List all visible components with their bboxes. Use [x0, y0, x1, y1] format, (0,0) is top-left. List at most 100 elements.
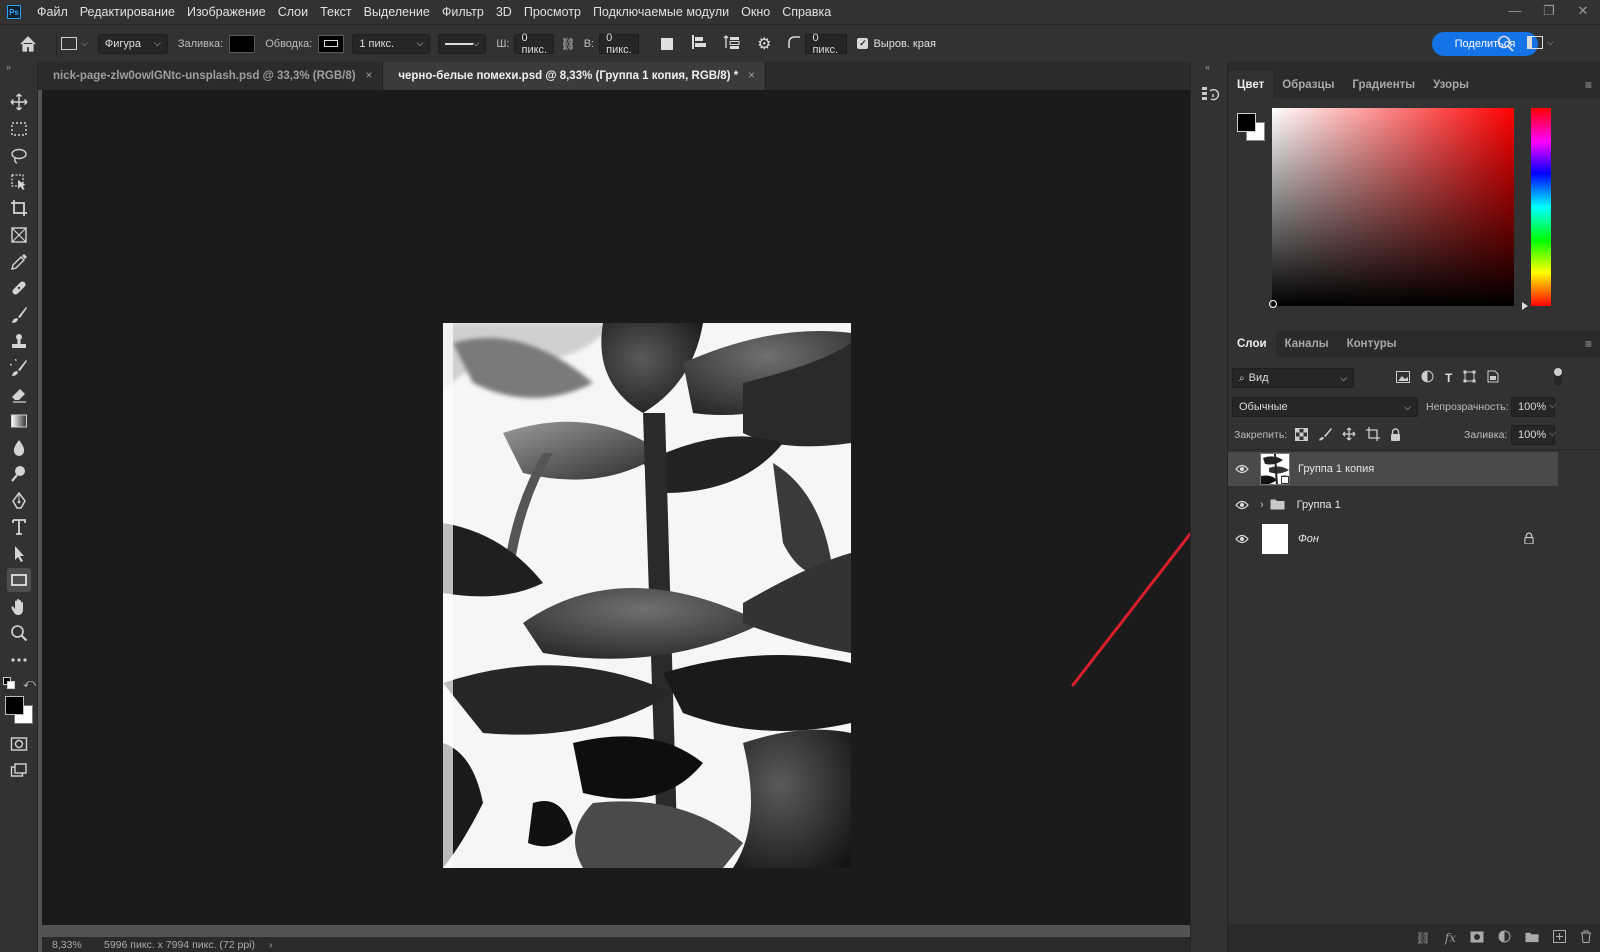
type-tool-icon[interactable]: [7, 515, 31, 539]
canvas-area[interactable]: [42, 90, 1190, 925]
lock-all-icon[interactable]: [1390, 427, 1401, 444]
history-panel-icon[interactable]: [1200, 84, 1220, 107]
saturation-brightness-field[interactable]: [1272, 108, 1514, 306]
pen-tool-icon[interactable]: [7, 489, 31, 513]
menu-image[interactable]: Изображение: [181, 0, 272, 24]
new-group-icon[interactable]: [1525, 931, 1539, 946]
hue-slider-handle-icon[interactable]: [1522, 302, 1528, 310]
menu-layers[interactable]: Слои: [272, 0, 314, 24]
more-tools-icon[interactable]: [7, 648, 31, 672]
object-selection-tool-icon[interactable]: [7, 170, 31, 194]
eraser-tool-icon[interactable]: [7, 382, 31, 406]
visibility-eye-icon[interactable]: [1228, 464, 1256, 474]
screen-mode-icon[interactable]: [7, 759, 31, 783]
link-icon[interactable]: ⛓: [560, 37, 575, 51]
expand-group-chevron-icon[interactable]: ›: [1260, 499, 1264, 511]
filter-toggle[interactable]: [1554, 368, 1562, 386]
move-tool-icon[interactable]: [7, 90, 31, 114]
tab-gradients[interactable]: Градиенты: [1343, 71, 1424, 99]
menu-edit[interactable]: Редактирование: [74, 0, 181, 24]
home-icon[interactable]: [0, 35, 56, 53]
visibility-eye-icon[interactable]: [1228, 534, 1256, 544]
filter-type-icon[interactable]: T: [1445, 371, 1452, 385]
link-layers-icon[interactable]: ⛓: [1416, 931, 1431, 945]
filter-smart-object-icon[interactable]: [1487, 370, 1499, 386]
collapse-panels-icon[interactable]: «: [1205, 62, 1210, 72]
filter-pixel-icon[interactable]: [1396, 370, 1410, 386]
menu-type[interactable]: Текст: [314, 0, 357, 24]
menu-help[interactable]: Справка: [776, 0, 837, 24]
zoom-level[interactable]: 8,33%: [42, 939, 94, 951]
stroke-width-input[interactable]: 1 пикс. ⌵: [352, 33, 431, 54]
menu-file[interactable]: Файл: [31, 0, 74, 24]
shape-mode-select[interactable]: Фигура ⌵: [97, 33, 168, 54]
adjustment-layer-icon[interactable]: [1498, 930, 1511, 946]
layer-background[interactable]: Фон: [1228, 522, 1558, 556]
hand-tool-icon[interactable]: [7, 595, 31, 619]
layer-style-fx-icon[interactable]: fx: [1445, 931, 1456, 945]
panel-menu-icon[interactable]: ≡: [1585, 337, 1592, 351]
tab-document-1[interactable]: nick-page-zlw0owIGNtc-unsplash.psd @ 33,…: [38, 62, 384, 90]
eyedropper-tool-icon[interactable]: [7, 250, 31, 274]
path-alignment-icon[interactable]: [691, 34, 707, 53]
filter-shape-icon[interactable]: [1463, 370, 1476, 386]
panel-menu-icon[interactable]: ≡: [1585, 78, 1592, 92]
align-edges-checkbox[interactable]: ✓: [857, 38, 869, 49]
restore-button[interactable]: ❐: [1532, 0, 1566, 24]
dodge-tool-icon[interactable]: [7, 462, 31, 486]
lock-image-pixels-icon[interactable]: [1318, 427, 1332, 444]
lock-transparent-pixels-icon[interactable]: [1295, 427, 1308, 444]
tab-color[interactable]: Цвет: [1228, 71, 1274, 99]
brush-tool-icon[interactable]: [7, 303, 31, 327]
tab-paths[interactable]: Контуры: [1338, 330, 1406, 358]
status-menu-icon[interactable]: ›: [269, 939, 273, 951]
width-input[interactable]: 0 пикс.: [514, 32, 555, 56]
visibility-eye-icon[interactable]: [1228, 500, 1256, 510]
fill-dropdown-icon[interactable]: ⌵: [1549, 428, 1556, 439]
tab-swatches[interactable]: Образцы: [1273, 71, 1343, 99]
tab-document-2[interactable]: черно-белые помехи.psd @ 8,33% (Группа 1…: [383, 62, 766, 90]
default-colors-icon[interactable]: [3, 677, 15, 689]
zoom-tool-icon[interactable]: [7, 621, 31, 645]
lock-position-icon[interactable]: [1342, 427, 1356, 444]
gradient-tool-icon[interactable]: [7, 409, 31, 433]
fill-swatch[interactable]: [229, 34, 256, 53]
layer-filter-select[interactable]: ⌕ Вид ⌵: [1232, 368, 1354, 388]
filter-adjustment-icon[interactable]: [1421, 370, 1434, 386]
menu-view[interactable]: Просмотр: [518, 0, 587, 24]
lasso-tool-icon[interactable]: [7, 144, 31, 168]
frame-tool-icon[interactable]: [7, 223, 31, 247]
path-selection-tool-icon[interactable]: [7, 542, 31, 566]
close-tab-icon[interactable]: ×: [366, 70, 373, 82]
menu-filter[interactable]: Фильтр: [436, 0, 490, 24]
collapse-toolbar-icon[interactable]: »: [6, 62, 11, 72]
add-mask-icon[interactable]: [1470, 931, 1484, 946]
lock-artboard-icon[interactable]: [1366, 427, 1380, 444]
foreground-color-swatch[interactable]: [5, 696, 24, 715]
height-input[interactable]: 0 пикс.: [599, 32, 640, 56]
opacity-dropdown-icon[interactable]: ⌵: [1549, 400, 1556, 411]
color-picker-cursor[interactable]: [1269, 300, 1277, 308]
tab-channels[interactable]: Каналы: [1276, 330, 1338, 358]
workspace-icon[interactable]: ⌵: [1527, 36, 1554, 49]
corner-radius-input[interactable]: 0 пикс.: [805, 32, 848, 56]
hue-slider[interactable]: [1531, 108, 1551, 306]
panel-fg-swatch[interactable]: [1237, 113, 1256, 132]
tab-layers[interactable]: Слои: [1228, 330, 1276, 358]
new-layer-icon[interactable]: [1553, 930, 1566, 946]
menu-select[interactable]: Выделение: [358, 0, 436, 24]
minimize-button[interactable]: —: [1498, 0, 1532, 24]
share-button[interactable]: Поделиться: [1432, 32, 1538, 56]
menu-3d[interactable]: 3D: [490, 0, 518, 24]
swap-colors-icon[interactable]: ⤺: [23, 676, 36, 691]
path-arrangement-icon[interactable]: [723, 34, 741, 53]
marquee-tool-icon[interactable]: [7, 117, 31, 141]
close-window-button[interactable]: ✕: [1566, 0, 1600, 24]
tab-patterns[interactable]: Узоры: [1424, 71, 1478, 99]
delete-layer-icon[interactable]: [1580, 930, 1592, 946]
close-tab-icon[interactable]: ×: [748, 70, 755, 82]
gear-icon[interactable]: ⚙: [757, 34, 771, 54]
search-icon[interactable]: [1497, 35, 1514, 55]
stroke-swatch[interactable]: [318, 34, 345, 53]
tool-preset-picker[interactable]: ⌵: [61, 37, 88, 50]
